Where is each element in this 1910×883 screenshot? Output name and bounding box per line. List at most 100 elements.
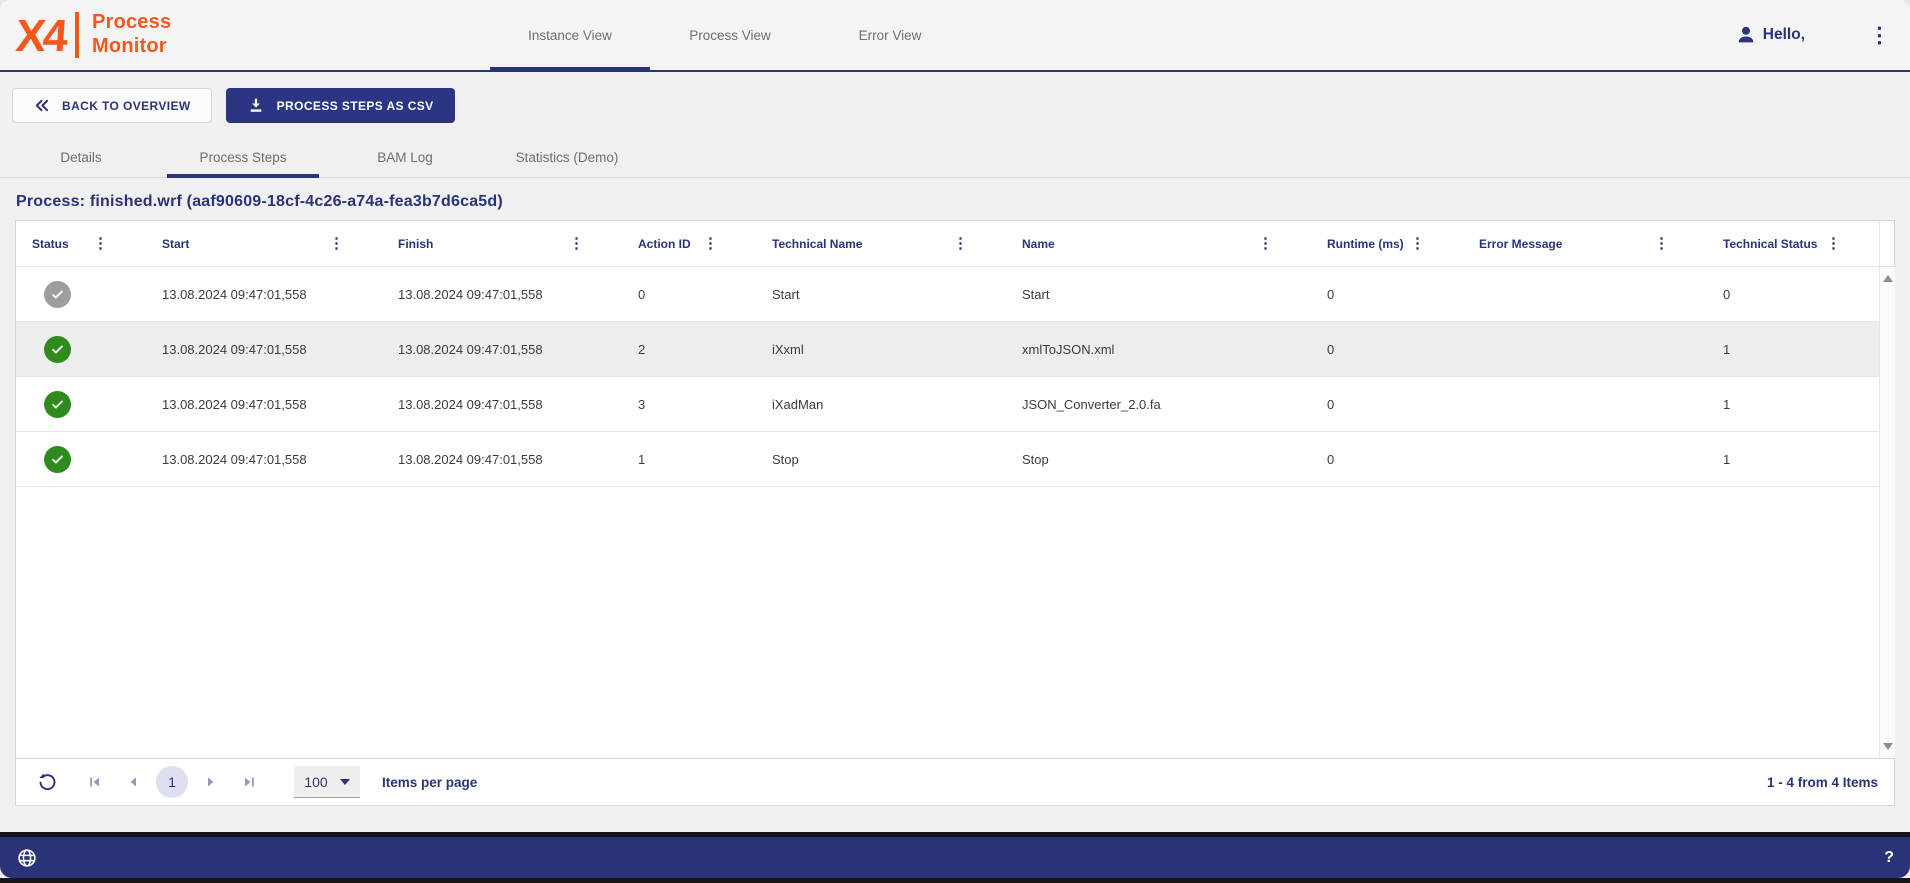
column-label: Technical Status <box>1723 237 1817 251</box>
main-tab-process-view[interactable]: Process View <box>650 0 810 70</box>
cell-finish: 13.08.2024 09:47:01,558 <box>382 397 622 412</box>
vertical-scrollbar[interactable] <box>1879 267 1895 758</box>
footer-gap <box>0 806 1910 832</box>
cell-action-id: 0 <box>622 287 756 302</box>
cell-action-id: 1 <box>622 452 756 467</box>
cell-start: 13.08.2024 09:47:01,558 <box>146 397 382 412</box>
sub-tab-process-steps[interactable]: Process Steps <box>162 137 324 177</box>
previous-page-button[interactable] <box>118 767 148 797</box>
items-per-page-label: Items per page <box>382 775 477 790</box>
column-header-finish[interactable]: Finish ⋮ <box>382 221 622 266</box>
back-to-overview-button[interactable]: BACK TO OVERVIEW <box>12 88 212 123</box>
chevron-down-icon <box>340 779 350 785</box>
app-footer: ? <box>0 837 1910 878</box>
cell-technical-status: 1 <box>1707 452 1879 467</box>
main-tab-instance-view[interactable]: Instance View <box>490 0 650 70</box>
cell-runtime: 0 <box>1311 397 1463 412</box>
cell-finish: 13.08.2024 09:47:01,558 <box>382 287 622 302</box>
column-menu-icon[interactable]: ⋮ <box>1826 236 1879 251</box>
detail-tab-bar: DetailsProcess StepsBAM LogStatistics (D… <box>0 137 1910 178</box>
column-menu-icon[interactable]: ⋮ <box>569 236 622 251</box>
column-header-runtime-ms[interactable]: Runtime (ms)⋮ <box>1311 221 1463 266</box>
column-label: Action ID <box>638 237 691 251</box>
sub-tab-bam-log[interactable]: BAM Log <box>324 137 486 177</box>
process-title: Process: finished.wrf (aaf90609-18cf-4c2… <box>16 193 1894 211</box>
cell-technical-name: Start <box>756 287 1006 302</box>
grid-header-row: Status⋮Start⋮Finish⋮Action ID⋮Technical … <box>16 221 1894 267</box>
cell-start: 13.08.2024 09:47:01,558 <box>146 452 382 467</box>
cell-finish: 13.08.2024 09:47:01,558 <box>382 452 622 467</box>
main-tab-error-view[interactable]: Error View <box>810 0 970 70</box>
window-bottom-edge <box>0 878 1910 883</box>
table-row[interactable]: 13.08.2024 09:47:01,55813.08.2024 09:47:… <box>16 322 1879 377</box>
column-menu-icon[interactable]: ⋮ <box>703 236 756 251</box>
column-header-name[interactable]: Name⋮ <box>1006 221 1311 266</box>
cell-runtime: 0 <box>1311 452 1463 467</box>
sub-tab-statistics-demo[interactable]: Statistics (Demo) <box>486 137 648 177</box>
product-name-line1: Process <box>92 11 171 35</box>
scroll-down-icon[interactable] <box>1883 743 1893 750</box>
header-right: Hello, ⋮ <box>1735 0 1896 70</box>
pager-bar: 1 100 Items per page 1 - 4 from 4 Items <box>16 758 1894 805</box>
page-size-select[interactable]: 100 <box>294 766 360 798</box>
column-menu-icon[interactable]: ⋮ <box>93 236 146 251</box>
column-label: Technical Name <box>772 237 862 251</box>
table-row[interactable]: 13.08.2024 09:47:01,55813.08.2024 09:47:… <box>16 377 1879 432</box>
first-page-button[interactable] <box>80 767 110 797</box>
column-label: Status <box>32 237 69 251</box>
page-number-button[interactable]: 1 <box>156 766 188 798</box>
next-page-button[interactable] <box>196 767 226 797</box>
csv-button-label: PROCESS STEPS AS CSV <box>277 99 434 113</box>
cell-technical-status: 1 <box>1707 342 1879 357</box>
column-label: Error Message <box>1479 237 1562 251</box>
column-menu-icon[interactable]: ⋮ <box>953 236 1006 251</box>
status-cell <box>16 336 146 363</box>
column-menu-icon[interactable]: ⋮ <box>1258 236 1311 251</box>
items-range-label: 1 - 4 from 4 Items <box>1767 775 1878 790</box>
column-menu-icon[interactable]: ⋮ <box>1410 236 1463 251</box>
table-row[interactable]: 13.08.2024 09:47:01,55813.08.2024 09:47:… <box>16 267 1879 322</box>
column-header-status[interactable]: Status ⋮ <box>16 221 146 266</box>
column-header-action-id[interactable]: Action ID ⋮ <box>622 221 756 266</box>
status-cell <box>16 391 146 418</box>
cell-technical-status: 1 <box>1707 397 1879 412</box>
cell-start: 13.08.2024 09:47:01,558 <box>146 287 382 302</box>
header-kebab-menu[interactable]: ⋮ <box>1863 21 1896 50</box>
column-header-technical-name[interactable]: Technical Name ⋮ <box>756 221 1006 266</box>
column-header-technical-status[interactable]: Technical Status ⋮ <box>1707 221 1879 266</box>
x4-logo: X4 <box>14 13 66 58</box>
cell-name: Stop <box>1006 452 1311 467</box>
double-chevron-left-icon <box>33 98 50 113</box>
scroll-up-icon[interactable] <box>1883 275 1893 282</box>
cell-technical-name: iXxml <box>756 342 1006 357</box>
refresh-button[interactable] <box>32 767 62 797</box>
sub-tab-details[interactable]: Details <box>0 137 162 177</box>
user-menu[interactable]: Hello, <box>1735 24 1805 46</box>
table-row[interactable]: 13.08.2024 09:47:01,55813.08.2024 09:47:… <box>16 432 1879 487</box>
column-label: Finish <box>398 237 433 251</box>
last-page-button[interactable] <box>234 767 264 797</box>
main-tab-bar: Instance ViewProcess ViewError View <box>490 0 970 70</box>
check-circle-icon <box>44 336 71 363</box>
help-button[interactable]: ? <box>1884 849 1894 867</box>
cell-finish: 13.08.2024 09:47:01,558 <box>382 342 622 357</box>
toolbar: BACK TO OVERVIEW PROCESS STEPS AS CSV <box>12 88 1898 123</box>
cell-action-id: 3 <box>622 397 756 412</box>
grid-body: 13.08.2024 09:47:01,55813.08.2024 09:47:… <box>16 267 1894 758</box>
globe-icon[interactable] <box>16 847 38 869</box>
product-name: Process Monitor <box>92 11 171 58</box>
brand: X4 Process Monitor <box>0 11 171 58</box>
column-header-start[interactable]: Start ⋮ <box>146 221 382 266</box>
cell-action-id: 2 <box>622 342 756 357</box>
column-menu-icon[interactable]: ⋮ <box>329 236 382 251</box>
column-menu-icon[interactable]: ⋮ <box>1654 236 1707 251</box>
app-header: X4 Process Monitor Instance ViewProcess … <box>0 0 1910 72</box>
process-steps-csv-button[interactable]: PROCESS STEPS AS CSV <box>226 88 455 123</box>
cell-technical-status: 0 <box>1707 287 1879 302</box>
page-size-value: 100 <box>304 774 327 790</box>
column-header-error-message[interactable]: Error Message ⋮ <box>1463 221 1707 266</box>
cell-name: xmlToJSON.xml <box>1006 342 1311 357</box>
column-label: Start <box>162 237 189 251</box>
back-button-label: BACK TO OVERVIEW <box>62 99 191 113</box>
grid-rows: 13.08.2024 09:47:01,55813.08.2024 09:47:… <box>16 267 1879 758</box>
